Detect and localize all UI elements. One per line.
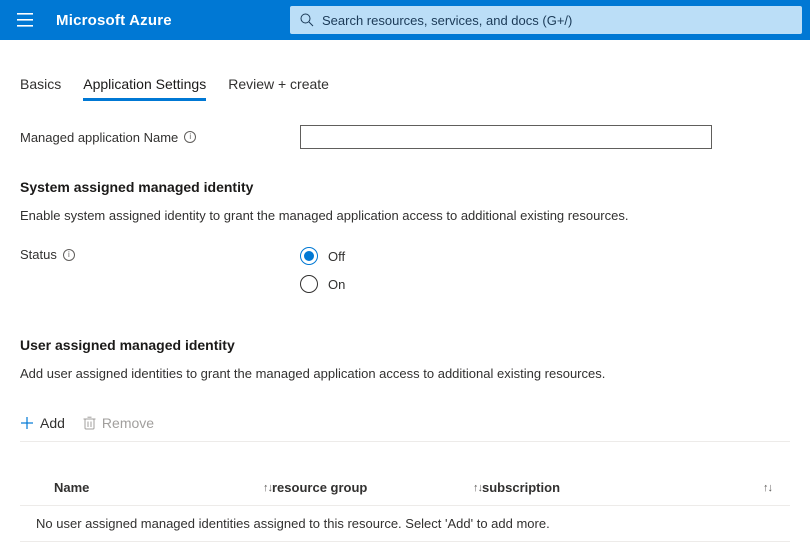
user-identity-title: User assigned managed identity [20, 337, 790, 353]
managed-app-name-input[interactable] [300, 125, 712, 149]
managed-app-name-row: Managed application Name i [20, 125, 790, 149]
status-label: Status i [20, 247, 300, 262]
tab-application-settings[interactable]: Application Settings [83, 76, 206, 101]
radio-label: Off [328, 249, 345, 264]
tab-label: Basics [20, 76, 61, 92]
tabs: Basics Application Settings Review + cre… [20, 76, 790, 101]
search-input[interactable] [322, 13, 792, 28]
trash-icon [83, 416, 96, 430]
remove-button: Remove [83, 415, 154, 431]
tab-basics[interactable]: Basics [20, 76, 61, 101]
column-subscription[interactable]: subscription ↑↓ [482, 480, 772, 495]
system-identity-title: System assigned managed identity [20, 179, 790, 195]
radio-label: On [328, 277, 345, 292]
sort-icon: ↑↓ [473, 482, 482, 494]
status-on-radio[interactable]: On [300, 275, 345, 293]
column-label: subscription [482, 480, 560, 495]
user-identity-desc: Add user assigned identities to grant th… [20, 365, 790, 383]
table-empty-message: No user assigned managed identities assi… [20, 506, 790, 542]
button-label: Remove [102, 415, 154, 431]
search-wrap [290, 6, 802, 34]
column-label: Name [54, 480, 89, 495]
azure-header: Microsoft Azure [0, 0, 810, 40]
tab-label: Application Settings [83, 76, 206, 92]
tab-review-create[interactable]: Review + create [228, 76, 329, 101]
identity-table: Name ↑↓ resource group ↑↓ subscription ↑… [20, 480, 790, 542]
search-box[interactable] [290, 6, 802, 34]
status-radio-group: Off On [300, 247, 345, 293]
menu-icon[interactable] [8, 0, 42, 40]
sort-icon: ↑↓ [263, 482, 272, 494]
column-name[interactable]: Name ↑↓ [54, 480, 272, 495]
status-row: Status i Off On [20, 247, 790, 293]
radio-icon [300, 247, 318, 265]
identity-toolbar: Add Remove [20, 415, 790, 442]
column-resource-group[interactable]: resource group ↑↓ [272, 480, 482, 495]
label-text: Managed application Name [20, 130, 178, 145]
info-icon[interactable]: i [184, 131, 196, 143]
sort-icon: ↑↓ [763, 482, 772, 494]
tab-label: Review + create [228, 76, 329, 92]
table-header: Name ↑↓ resource group ↑↓ subscription ↑… [20, 480, 790, 506]
plus-icon [20, 416, 34, 430]
info-icon[interactable]: i [63, 249, 75, 261]
content: Basics Application Settings Review + cre… [0, 76, 810, 542]
button-label: Add [40, 415, 65, 431]
managed-app-name-label: Managed application Name i [20, 130, 300, 145]
column-label: resource group [272, 480, 367, 495]
label-text: Status [20, 247, 57, 262]
search-icon [300, 13, 314, 27]
radio-icon [300, 275, 318, 293]
brand-title: Microsoft Azure [56, 12, 172, 29]
system-identity-desc: Enable system assigned identity to grant… [20, 207, 790, 225]
add-button[interactable]: Add [20, 415, 65, 431]
status-off-radio[interactable]: Off [300, 247, 345, 265]
